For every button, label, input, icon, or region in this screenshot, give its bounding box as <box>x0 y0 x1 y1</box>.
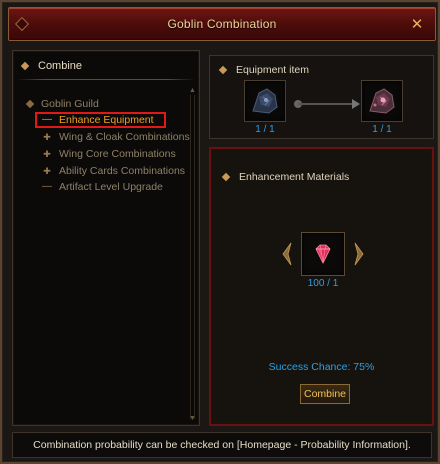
material-slot[interactable] <box>301 232 345 276</box>
plus-icon: ✚ <box>43 149 51 159</box>
combine-button[interactable]: Combine <box>300 384 350 404</box>
combine-header-label: Combine <box>38 60 83 72</box>
left-ornament-arrow-icon <box>282 242 292 266</box>
enhancement-materials-panel: Enhancement Materials 100 / 1 Success Ch… <box>209 147 434 426</box>
tree-item-label: Wing Core Combinations <box>59 148 176 160</box>
material-count: 100 / 1 <box>307 278 339 289</box>
equipment-item-panel: Equipment item 1 / 1 1 / 1 <box>209 55 434 139</box>
header-divider <box>17 79 195 80</box>
tree-item-label: Artifact Level Upgrade <box>59 181 163 193</box>
tree-root-label: Goblin Guild <box>41 98 99 110</box>
plus-icon: ✚ <box>43 132 51 142</box>
tree-item-ability-cards[interactable]: ✚ Ability Cards Combinations <box>43 164 185 178</box>
probability-info-footer: Combination probability can be checked o… <box>12 432 432 458</box>
minus-icon: — <box>42 181 52 192</box>
equipment-header-label: Equipment item <box>236 64 309 76</box>
minus-icon: — <box>42 114 52 125</box>
folder-icon <box>25 99 35 109</box>
equipment-source-slot[interactable] <box>244 80 286 122</box>
equipment-source-count: 1 / 1 <box>255 124 275 135</box>
combine-category-panel: Combine Goblin Guild — Enhance Equipment… <box>12 50 200 426</box>
materials-header-label: Enhancement Materials <box>239 171 350 183</box>
scrollbar[interactable] <box>190 95 195 419</box>
right-arrow-icon <box>352 99 360 109</box>
scroll-down-arrow-icon[interactable]: ▼ <box>188 415 197 423</box>
scroll-up-arrow-icon[interactable]: ▲ <box>188 87 197 95</box>
tree-item-label: Enhance Equipment <box>59 114 154 126</box>
success-chance: Success Chance: 75% <box>268 361 375 373</box>
equipment-icon <box>252 88 278 114</box>
close-button[interactable]: ✕ <box>409 17 425 33</box>
gem-icon <box>315 244 331 264</box>
equipment-result-slot[interactable] <box>361 80 403 122</box>
tree-item-enhance-equipment[interactable]: — Enhance Equipment <box>35 112 166 128</box>
diamond-bullet-icon <box>20 61 30 71</box>
tree-item-label: Ability Cards Combinations <box>59 165 186 177</box>
enhanced-equipment-icon <box>369 88 395 114</box>
close-icon: ✕ <box>410 16 424 33</box>
window-title: Goblin Combination <box>167 17 277 31</box>
tree-item-label: Wing & Cloak Combinations <box>59 131 190 143</box>
diamond-bullet-icon <box>221 172 231 182</box>
equipment-result-count: 1 / 1 <box>372 124 392 135</box>
goblin-combination-window: Goblin Combination ✕ Combine Goblin Guil… <box>0 0 440 464</box>
tree-item-artifact-level[interactable]: — Artifact Level Upgrade <box>42 180 163 194</box>
arrow-line <box>298 103 358 105</box>
equipment-header: Equipment item <box>218 64 309 76</box>
tree-item-wing-cloak[interactable]: ✚ Wing & Cloak Combinations <box>43 130 190 144</box>
diamond-bullet-icon <box>218 65 228 75</box>
title-bar[interactable]: Goblin Combination ✕ <box>8 7 436 41</box>
plus-icon: ✚ <box>43 166 51 176</box>
materials-header: Enhancement Materials <box>221 171 350 183</box>
combine-header: Combine <box>20 60 83 72</box>
right-ornament-arrow-icon <box>354 242 364 266</box>
tree-root-goblin-guild[interactable]: Goblin Guild <box>25 97 99 111</box>
tree-item-wing-core[interactable]: ✚ Wing Core Combinations <box>43 147 176 161</box>
